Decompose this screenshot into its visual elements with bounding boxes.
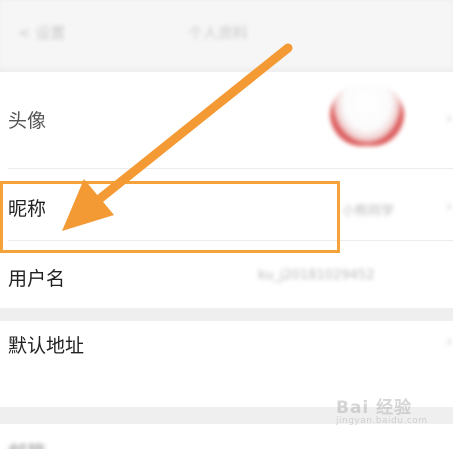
arrow-head xyxy=(62,179,114,231)
watermark-sub: jingyan.baidu.com xyxy=(336,416,428,426)
profile-screen: < 设置 个人资料 头像 › 昵称 小熊同学 › 用户名 ku_j2018102… xyxy=(0,0,453,449)
tutorial-arrow xyxy=(62,43,293,231)
baidu-watermark: Bai 经验 jingyan.baidu.com xyxy=(336,393,428,426)
watermark-main: Bai 经验 xyxy=(336,398,413,418)
arrow-shaft xyxy=(87,43,293,210)
